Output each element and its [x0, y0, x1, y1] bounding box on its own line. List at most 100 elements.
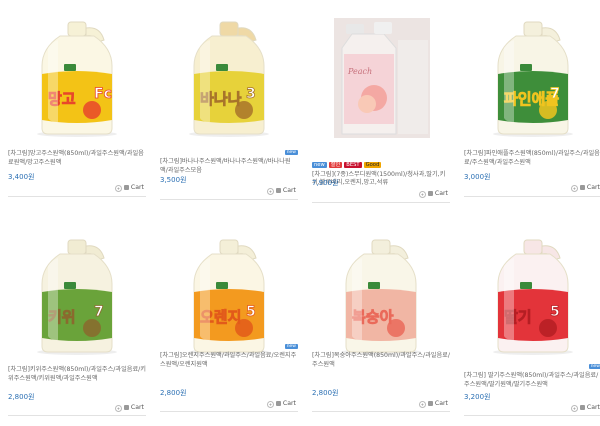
add-to-cart-button[interactable]: + Cart [114, 184, 144, 192]
product-grid: 망고 Fc [차그림]망고주스원액(850ml)/과일주스원액/과일음료원액/망고주… [0, 0, 600, 421]
zoom-icon[interactable]: + [114, 185, 122, 192]
product-price: 3,200원 [464, 393, 491, 401]
cart-label[interactable]: Cart [283, 187, 296, 194]
product-title[interactable]: [차그림]복숭아주스원액(850ml)/과일주스/과일음료/주스원액 [312, 352, 450, 369]
product-thumbnail[interactable]: 망고 Fc [8, 18, 146, 138]
product-price: 2,800원 [8, 393, 35, 401]
product-card[interactable]: 딸기 5 new [차그림] 딸기주스원액(850ml)/과일주스/과일음료/주스원액… [464, 236, 600, 426]
badge-best: BEST [344, 162, 362, 168]
new-badge: new [284, 150, 298, 155]
add-to-cart-button[interactable]: + Cart [266, 400, 296, 408]
card-divider [464, 415, 600, 416]
add-to-cart-button[interactable]: + Cart [114, 404, 144, 412]
product-thumbnail[interactable]: 키위 7 [8, 236, 146, 356]
product-card[interactable]: 파인애플 7 [차그림]파인애플주스원액(850ml)/과일주스/과일음료/주스원액… [464, 18, 600, 208]
cart-icon [275, 401, 281, 406]
zoom-icon[interactable]: + [418, 191, 426, 198]
product-card[interactable]: 오렌지 5 new [차그림]오렌지주스원액/과일주스/과일음료/오렌지주스원액/오렌… [160, 236, 298, 426]
cart-icon [427, 401, 433, 406]
card-divider [464, 196, 600, 197]
add-to-cart-button[interactable]: + Cart [418, 400, 448, 408]
cart-icon [427, 191, 433, 196]
product-price: 7,900원 [312, 179, 339, 187]
bottle-image[interactable]: 복숭아 [312, 236, 450, 356]
product-title-text[interactable]: [차그림]키위주스원액(850ml)/과일주스/과일음료/키위주스원액/키위원액… [8, 366, 146, 382]
badge-sale: 할인 [328, 162, 343, 168]
product-title-text[interactable]: [차그림] 딸기주스원액(850ml)/과일주스/과일음료/주스원액/딸기원액/… [464, 372, 598, 388]
product-title[interactable]: [차그림]키위주스원액(850ml)/과일주스/과일음료/키위주스원액/키위원액… [8, 366, 146, 383]
bottle-image[interactable]: 키위 7 [8, 236, 146, 356]
product-title-text[interactable]: [차그림]바나나주스원액/바나나주스원액//바나나원액/과일주스모음 [160, 158, 291, 174]
product-card[interactable]: 바나나 3 new [차그림]바나나주스원액/바나나주스원액//바나나원액/과일주스모… [160, 18, 298, 208]
card-divider [312, 202, 450, 203]
new-badge: new [588, 364, 600, 369]
zoom-icon[interactable]: + [570, 405, 578, 412]
card-divider [8, 196, 146, 197]
bottle-image[interactable]: 파인애플7 [464, 18, 600, 138]
cart-label[interactable]: Cart [587, 404, 600, 411]
cart-icon [579, 405, 585, 410]
svg-text:7: 7 [94, 304, 104, 320]
product-title-text[interactable]: [차그림]파인애플주스원액(850ml)/과일주스/과일음료/주스원액/과일주스… [464, 150, 600, 166]
svg-text:3: 3 [246, 86, 256, 102]
card-divider [160, 411, 298, 412]
product-title-text[interactable]: [차그림]오렌지주스원액/과일주스/과일음료/오렌지주스원액/오렌지원액 [160, 352, 296, 368]
product-thumbnail[interactable]: Peach [312, 18, 450, 138]
card-divider [8, 415, 146, 416]
svg-text:5: 5 [246, 304, 256, 320]
product-thumbnail[interactable]: 딸기 5 [464, 236, 600, 356]
cart-label[interactable]: Cart [435, 190, 448, 197]
zoom-icon[interactable]: + [418, 401, 426, 408]
product-price: 2,800원 [312, 389, 339, 397]
add-to-cart-button[interactable]: + Cart [570, 184, 600, 192]
svg-text:7: 7 [550, 86, 560, 102]
zoom-icon[interactable]: + [570, 185, 578, 192]
svg-text:Peach: Peach [347, 67, 372, 76]
product-title-text[interactable]: [차그림]복숭아주스원액(850ml)/과일주스/과일음료/주스원액 [312, 352, 450, 368]
card-divider [160, 199, 298, 200]
product-title[interactable]: [차그림]망고주스원액(850ml)/과일주스원액/과일음료원액/망고주스원액 [8, 150, 146, 167]
product-title[interactable]: [차그림]오렌지주스원액/과일주스/과일음료/오렌지주스원액/오렌지원액 [160, 352, 298, 369]
cart-icon [123, 185, 129, 190]
product-card[interactable]: Peach new 할인 BEST Good [차그림](7종)스무디원액(1500ml)… [312, 18, 450, 208]
add-to-cart-button[interactable]: + Cart [266, 187, 296, 195]
bottle-image[interactable]: 오렌지 5 [160, 236, 298, 356]
bottle-image[interactable]: 바나나 3 [160, 18, 298, 138]
cart-label[interactable]: Cart [131, 404, 144, 411]
zoom-icon[interactable]: + [266, 401, 274, 408]
svg-text:Fc: Fc [94, 86, 112, 102]
product-title-text[interactable]: [차그림]망고주스원액(850ml)/과일주스원액/과일음료원액/망고주스원액 [8, 150, 144, 166]
bottle-image[interactable]: Peach [312, 18, 450, 138]
product-title[interactable]: [차그림] 딸기주스원액(850ml)/과일주스/과일음료/주스원액/딸기원액/… [464, 372, 600, 389]
bottle-image[interactable]: 딸기 5 [464, 236, 600, 356]
card-divider [312, 411, 450, 412]
product-card[interactable]: 복숭아 [차그림]복숭아주스원액(850ml)/과일주스/과일음료/주스원액 2,8… [312, 236, 450, 426]
add-to-cart-button[interactable]: + Cart [570, 404, 600, 412]
product-title[interactable]: [차그림]바나나주스원액/바나나주스원액//바나나원액/과일주스모음 [160, 158, 298, 175]
product-title[interactable]: [차그림]파인애플주스원액(850ml)/과일주스/과일음료/주스원액/과일주스… [464, 150, 600, 167]
product-thumbnail[interactable]: 복숭아 [312, 236, 450, 356]
product-price: 3,000원 [464, 173, 491, 181]
badge-new: new [312, 162, 327, 168]
cart-label[interactable]: Cart [587, 184, 600, 191]
add-to-cart-button[interactable]: + Cart [418, 190, 448, 198]
zoom-icon[interactable]: + [266, 188, 274, 195]
new-badge: new [284, 344, 298, 349]
cart-label[interactable]: Cart [283, 400, 296, 407]
product-thumbnail[interactable]: 바나나 3 [160, 18, 298, 138]
svg-text:5: 5 [550, 304, 560, 320]
cart-label[interactable]: Cart [435, 400, 448, 407]
product-thumbnail[interactable]: 파인애플 7 [464, 18, 600, 138]
product-price: 2,800원 [160, 389, 187, 397]
cart-label[interactable]: Cart [131, 184, 144, 191]
product-thumbnail[interactable]: 오렌지 5 [160, 236, 298, 356]
badge-good: Good [363, 162, 382, 168]
cart-icon [275, 188, 281, 193]
bottle-image[interactable]: 망고 Fc [8, 18, 146, 138]
product-card[interactable]: 키위 7 [차그림]키위주스원액(850ml)/과일주스/과일음료/키위주스원액/키… [8, 236, 146, 426]
zoom-icon[interactable]: + [114, 405, 122, 412]
cart-icon [579, 185, 585, 190]
product-price: 3,400원 [8, 173, 35, 181]
product-card[interactable]: 망고 Fc [차그림]망고주스원액(850ml)/과일주스원액/과일음료원액/망고주… [8, 18, 146, 208]
cart-icon [123, 405, 129, 410]
